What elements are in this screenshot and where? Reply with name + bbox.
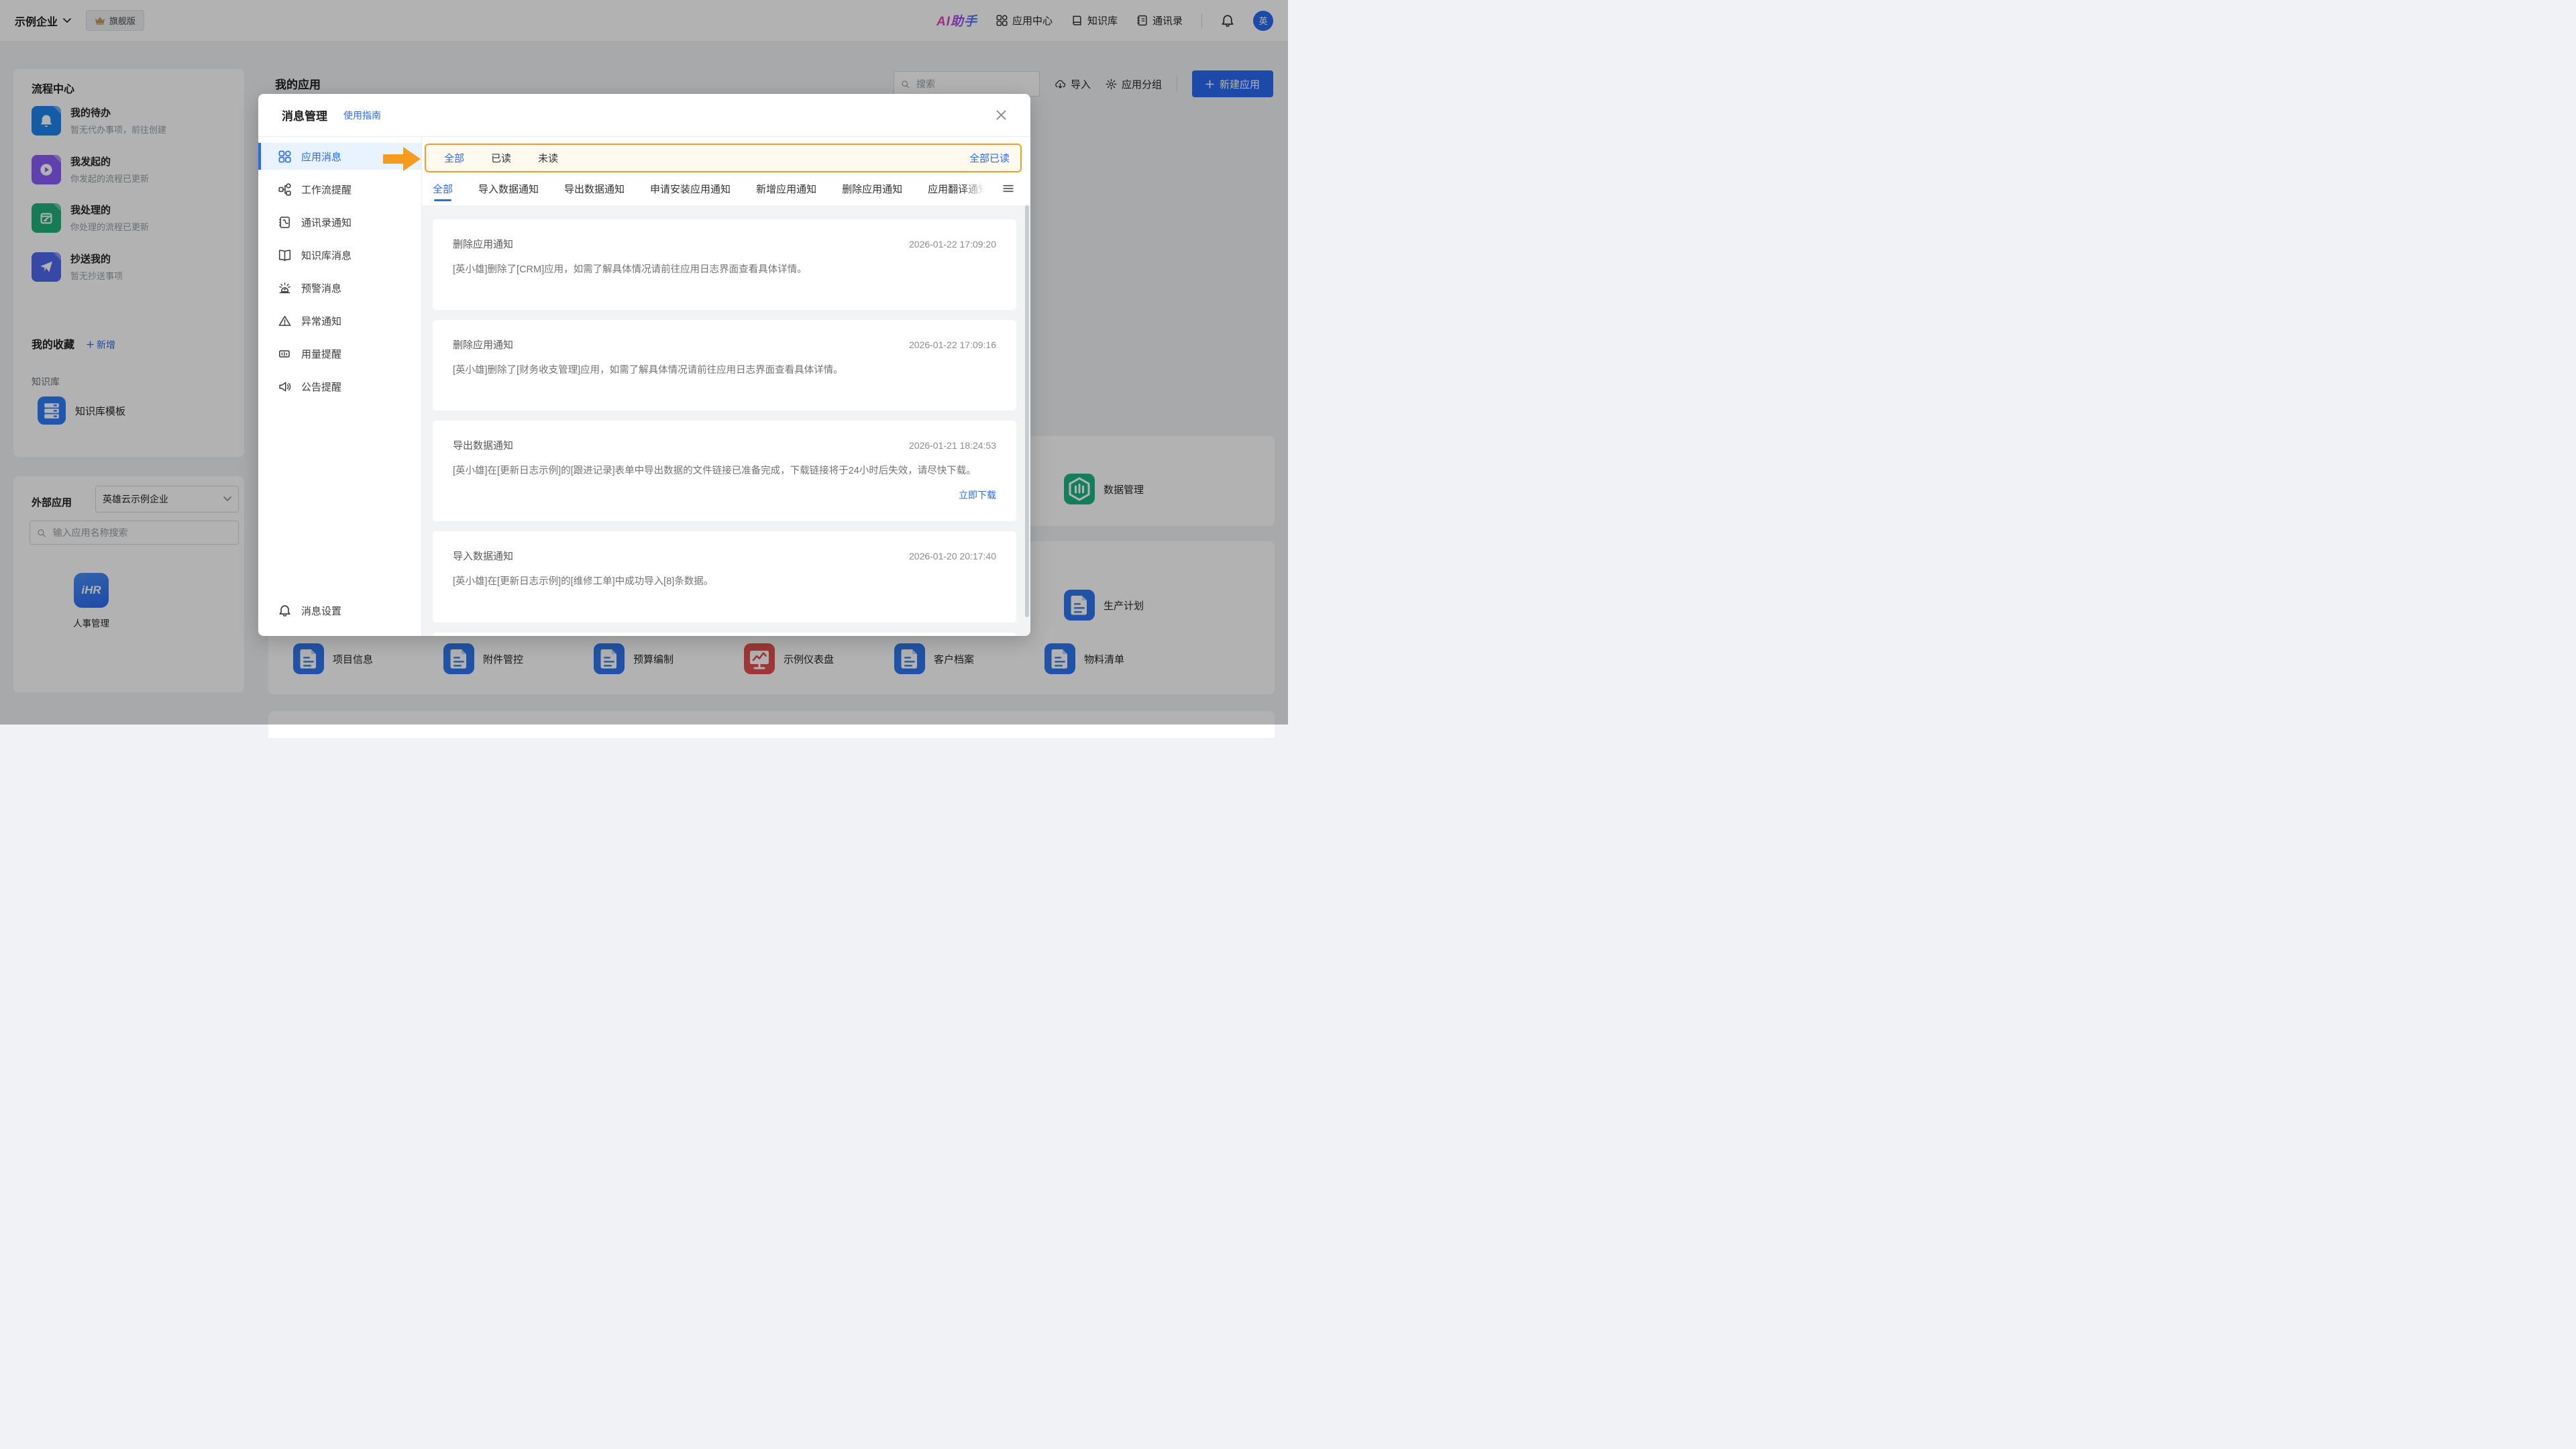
message-body: [英小雄]在[更新日志示例]的[跟进记录]表单中导出数据的文件链接已准备完成，下… (453, 464, 996, 479)
type-tab-delete-app[interactable]: 删除应用通知 (842, 172, 902, 205)
app-grid-icon (278, 150, 291, 163)
message-time: 2026-01-21 18:24:53 (909, 440, 996, 451)
bell-icon (278, 604, 291, 617)
nav-label: 预警消息 (301, 281, 341, 295)
warning-triangle-icon (278, 315, 291, 327)
nav-announcement-reminder[interactable]: 公告提醒 (258, 373, 421, 400)
workflow-icon (278, 183, 291, 196)
message-card[interactable]: 导出数据通知 2026-01-21 18:24:53 [英小雄]在[更新日志示例… (433, 421, 1016, 521)
nav-contacts-notice[interactable]: 通讯录通知 (258, 209, 421, 235)
nav-label: 知识库消息 (301, 248, 352, 262)
message-body: [英小雄]在[更新日志示例]的[维修工单]中成功导入[8]条数据。 (453, 575, 996, 590)
open-book-icon (278, 249, 291, 262)
nav-label: 公告提醒 (301, 380, 341, 394)
message-time: 2026-01-22 17:09:20 (909, 239, 996, 250)
modal-nav: 应用消息 工作流提醒 通讯录通知 知识库消息 预警消息 异常通知 用量提醒 公 (258, 137, 422, 636)
type-tab-new-app[interactable]: 新增应用通知 (756, 172, 816, 205)
nav-workflow-reminder[interactable]: 工作流提醒 (258, 176, 421, 203)
mark-all-read-button[interactable]: 全部已读 (969, 151, 1010, 165)
message-title: 导入数据通知 (453, 549, 513, 563)
tab-unread[interactable]: 未读 (538, 151, 558, 165)
message-body: [英小雄]删除了[财务收支管理]应用，如需了解具体情况请前往应用日志界面查看具体… (453, 364, 996, 378)
phonebook-icon (278, 216, 291, 229)
close-button[interactable] (996, 109, 1007, 121)
message-body: [英小雄]删除了[CRM]应用，如需了解具体情况请前往应用日志界面查看具体详情。 (453, 263, 996, 278)
modal-content: 全部 已读 未读 全部已读 全部 导入数据通知 导出数据通知 申请安装应用通知 … (422, 137, 1030, 636)
nav-usage-reminder[interactable]: 用量提醒 (258, 340, 421, 367)
hamburger-icon (1002, 182, 1014, 195)
message-title: 导出数据通知 (453, 438, 513, 452)
message-card[interactable]: 删除应用通知 2026-01-22 17:09:20 [英小雄]删除了[CRM]… (433, 219, 1016, 310)
type-tab-import[interactable]: 导入数据通知 (478, 172, 539, 205)
speaker-icon (278, 380, 291, 393)
read-status-bar-highlighted: 全部 已读 未读 全部已读 (425, 144, 1022, 172)
nav-warning-messages[interactable]: 预警消息 (258, 274, 421, 301)
close-icon (996, 109, 1007, 121)
usage-meter-icon (278, 347, 291, 360)
message-card-partial[interactable] (433, 633, 1016, 636)
type-tab-install-request[interactable]: 申请安装应用通知 (650, 172, 731, 205)
nav-label: 用量提醒 (301, 347, 341, 361)
nav-label: 通讯录通知 (301, 215, 352, 229)
modal-header: 消息管理 使用指南 (258, 94, 1030, 137)
message-time: 2026-01-22 17:09:16 (909, 339, 996, 350)
nav-label: 工作流提醒 (301, 182, 352, 197)
message-list: 删除应用通知 2026-01-22 17:09:20 [英小雄]删除了[CRM]… (422, 205, 1030, 636)
type-tabs: 全部 导入数据通知 导出数据通知 申请安装应用通知 新增应用通知 删除应用通知 … (433, 172, 1017, 205)
nav-kb-messages[interactable]: 知识库消息 (258, 241, 421, 268)
download-now-link[interactable]: 立即下载 (453, 488, 996, 502)
message-card[interactable]: 删除应用通知 2026-01-22 17:09:16 [英小雄]删除了[财务收支… (433, 320, 1016, 411)
message-time: 2026-01-20 20:17:40 (909, 551, 996, 561)
annotation-arrow-icon (383, 146, 421, 172)
alarm-icon (278, 282, 291, 294)
modal-scrollbar[interactable] (1025, 205, 1029, 617)
modal-title: 消息管理 (282, 107, 327, 123)
nav-label: 应用消息 (301, 150, 341, 164)
nav-label: 异常通知 (301, 314, 341, 328)
tab-read[interactable]: 已读 (491, 151, 511, 165)
nav-exception-notice[interactable]: 异常通知 (258, 307, 421, 334)
nav-label: 消息设置 (301, 604, 341, 618)
type-tab-translate-app[interactable]: 应用翻译通知 (928, 172, 988, 205)
message-card[interactable]: 导入数据通知 2026-01-20 20:17:40 [英小雄]在[更新日志示例… (433, 531, 1016, 623)
type-tabs-menu-button[interactable] (1002, 182, 1014, 195)
nav-message-settings[interactable]: 消息设置 (258, 597, 421, 624)
type-tab-all[interactable]: 全部 (433, 172, 453, 205)
tab-all[interactable]: 全部 (444, 151, 464, 165)
message-title: 删除应用通知 (453, 237, 513, 251)
type-tab-export[interactable]: 导出数据通知 (564, 172, 625, 205)
message-management-modal: 消息管理 使用指南 应用消息 工作流提醒 通讯录通知 知识库消息 预警消息 异 (258, 94, 1030, 636)
usage-guide-link[interactable]: 使用指南 (343, 109, 381, 122)
message-title: 删除应用通知 (453, 337, 513, 352)
